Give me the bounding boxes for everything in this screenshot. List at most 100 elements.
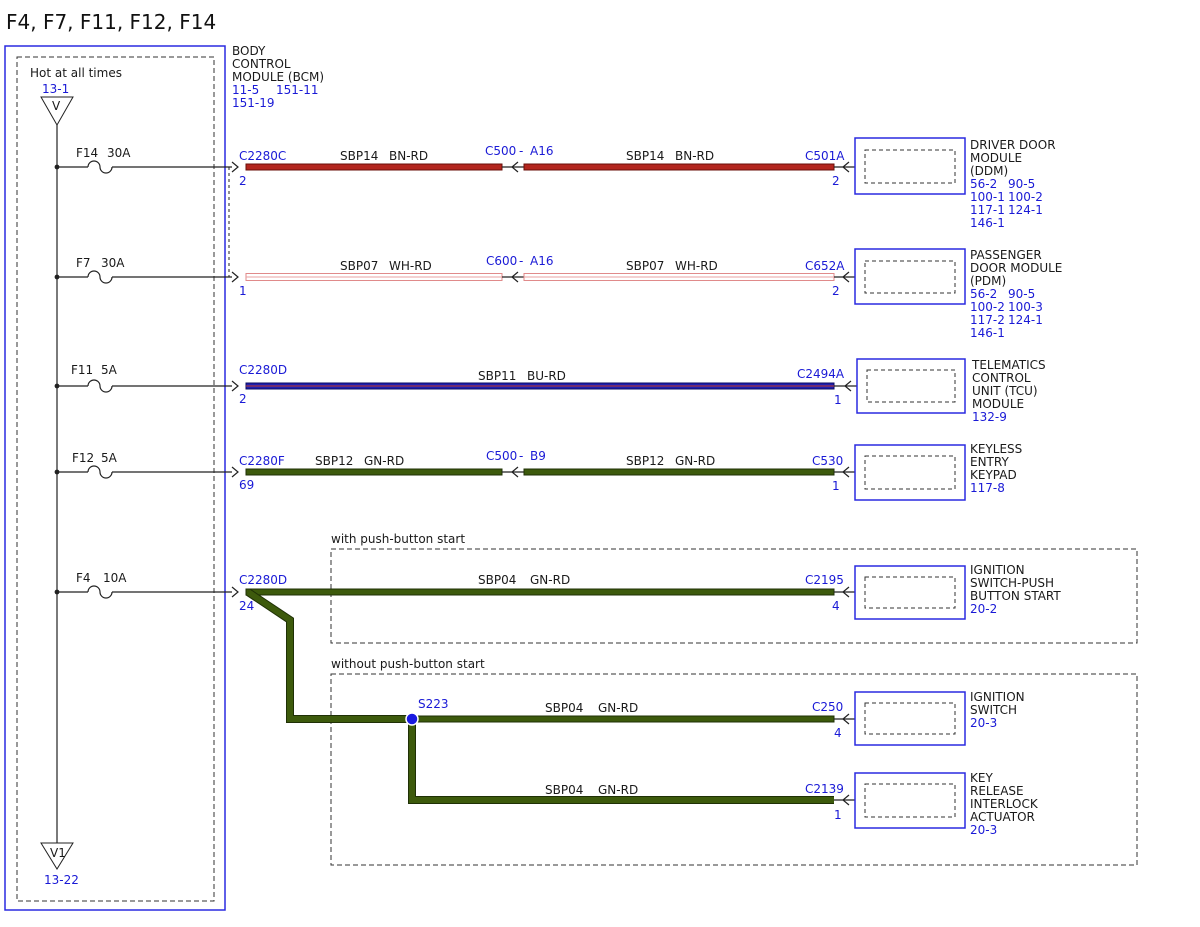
- dest-connector-id[interactable]: C2139: [805, 782, 844, 796]
- connector-id[interactable]: C2280D: [239, 363, 287, 377]
- bottom-ref-link[interactable]: 13-22: [44, 873, 79, 887]
- module-name: MODULE: [972, 397, 1024, 411]
- wire-id: SBP07: [626, 259, 664, 273]
- svg-text:-: -: [519, 254, 523, 268]
- pin-number: 24: [239, 599, 254, 613]
- wire-color: WH-RD: [389, 259, 432, 273]
- module-pdm: PASSENGER DOOR MODULE (PDM) 56-2 90-5 10…: [854, 248, 1062, 340]
- pin-number: 69: [239, 478, 254, 492]
- dest-connector-id[interactable]: C652A: [805, 259, 845, 273]
- dest-pin-number: 1: [834, 393, 842, 407]
- module-inner-box: [864, 455, 956, 490]
- module-ref[interactable]: 100-3: [1008, 300, 1043, 314]
- bcm-ref[interactable]: 11-5: [232, 83, 259, 97]
- fuse-amp: 30A: [107, 146, 131, 160]
- module-inner-box: [864, 149, 956, 184]
- top-v-label: V: [52, 99, 61, 113]
- dest-pin-number: 2: [832, 174, 840, 188]
- module-name: BUTTON START: [970, 589, 1061, 603]
- wire-id: SBP12: [626, 454, 664, 468]
- connector-id[interactable]: C2280D: [239, 573, 287, 587]
- fuse-icon: [87, 585, 113, 599]
- connector-id[interactable]: C2280F: [239, 454, 285, 468]
- module-name: KEYPAD: [970, 468, 1017, 482]
- module-ddm: DRIVER DOOR MODULE (DDM) 56-2 90-5 100-1…: [854, 137, 1056, 230]
- module-ref[interactable]: 100-1: [970, 190, 1005, 204]
- bcm-label-3: MODULE (BCM): [232, 70, 324, 84]
- wire-id: SBP14: [340, 149, 378, 163]
- fuse-name: F14: [76, 146, 98, 160]
- fuse-amp: 30A: [101, 256, 125, 270]
- module-ref[interactable]: 100-2: [970, 300, 1005, 314]
- fuse-amp: 5A: [101, 451, 118, 465]
- module-name: DRIVER DOOR: [970, 138, 1056, 152]
- dest-connector-id[interactable]: C2494A: [797, 367, 845, 381]
- fuse-f7: F7 30A: [54, 256, 239, 284]
- dest-connector-id[interactable]: C501A: [805, 149, 845, 163]
- module-name: SWITCH: [970, 703, 1017, 717]
- wire-sbp04-branch: [246, 589, 412, 722]
- wire-id: SBP04: [545, 701, 583, 715]
- module-name: IGNITION: [970, 690, 1025, 704]
- module-ref[interactable]: 90-5: [1008, 287, 1035, 301]
- module-tcu: TELEMATICS CONTROL UNIT (TCU) MODULE 132…: [856, 358, 1046, 424]
- module-ref[interactable]: 146-1: [970, 216, 1005, 230]
- fuse-f11: F11 5A: [54, 363, 239, 393]
- module-ref[interactable]: 56-2: [970, 177, 997, 191]
- wire-color: WH-RD: [675, 259, 718, 273]
- module-ref[interactable]: 20-3: [970, 823, 997, 837]
- svg-text:-: -: [519, 449, 523, 463]
- module-ref[interactable]: 124-1: [1008, 203, 1043, 217]
- fuse-f14: F14 30A: [54, 146, 239, 174]
- inline-pin: B9: [530, 449, 546, 463]
- module-box: [854, 691, 966, 746]
- inline-connector-id[interactable]: C500: [485, 144, 516, 158]
- module-name: SWITCH-PUSH: [970, 576, 1054, 590]
- module-box: [854, 137, 966, 195]
- fuse-icon: [87, 379, 113, 393]
- module-name: (DDM): [970, 164, 1008, 178]
- wire-id: SBP07: [340, 259, 378, 273]
- fuse-amp: 10A: [103, 571, 127, 585]
- inline-connector-id[interactable]: C500: [486, 449, 517, 463]
- top-ref-link[interactable]: 13-1: [42, 82, 69, 96]
- connector-id[interactable]: C2280C: [239, 149, 286, 163]
- bcm-ref[interactable]: 151-19: [232, 96, 275, 110]
- circuit-row-pdm: 1 SBP07 WH-RD C600 - A16 SBP07 WH-RD C65…: [239, 254, 855, 298]
- wire-color: BN-RD: [389, 149, 428, 163]
- inline-pin: A16: [530, 144, 553, 158]
- module-ref[interactable]: 132-9: [972, 410, 1007, 424]
- wire-sbp14: [523, 163, 835, 171]
- splice-id[interactable]: S223: [418, 697, 449, 711]
- fuse-amp: 5A: [101, 363, 118, 377]
- module-ref[interactable]: 90-5: [1008, 177, 1035, 191]
- dest-connector-id[interactable]: C2195: [805, 573, 844, 587]
- module-box: [856, 358, 966, 414]
- module-ref[interactable]: 20-2: [970, 602, 997, 616]
- bcm-ref[interactable]: 151-11: [276, 83, 319, 97]
- bottom-v-label: V1: [50, 846, 66, 860]
- module-ref[interactable]: 56-2: [970, 287, 997, 301]
- module-name: ACTUATOR: [970, 810, 1035, 824]
- module-name: UNIT (TCU): [972, 384, 1038, 398]
- module-inner-box: [864, 702, 956, 735]
- module-ref[interactable]: 100-2: [1008, 190, 1043, 204]
- module-ref[interactable]: 117-1: [970, 203, 1005, 217]
- wire-color: BU-RD: [527, 369, 566, 383]
- dest-connector-id[interactable]: C530: [812, 454, 843, 468]
- fuse-name: F4: [76, 571, 91, 585]
- module-ref[interactable]: 117-2: [970, 313, 1005, 327]
- module-ref[interactable]: 20-3: [970, 716, 997, 730]
- module-name: TELEMATICS: [971, 358, 1046, 372]
- module-ref[interactable]: 124-1: [1008, 313, 1043, 327]
- dest-connector-id[interactable]: C250: [812, 700, 843, 714]
- module-name: INTERLOCK: [970, 797, 1039, 811]
- dest-pin-number: 1: [834, 808, 842, 822]
- wire-id: SBP04: [545, 783, 583, 797]
- module-ref[interactable]: 117-8: [970, 481, 1005, 495]
- inline-connector-id[interactable]: C600: [486, 254, 517, 268]
- splice-dot-icon[interactable]: [405, 712, 419, 726]
- fuse-name: F12: [72, 451, 94, 465]
- wiring-diagram: F4, F7, F11, F12, F14 BODY CONTROL MODUL…: [4, 10, 1138, 911]
- module-ref[interactable]: 146-1: [970, 326, 1005, 340]
